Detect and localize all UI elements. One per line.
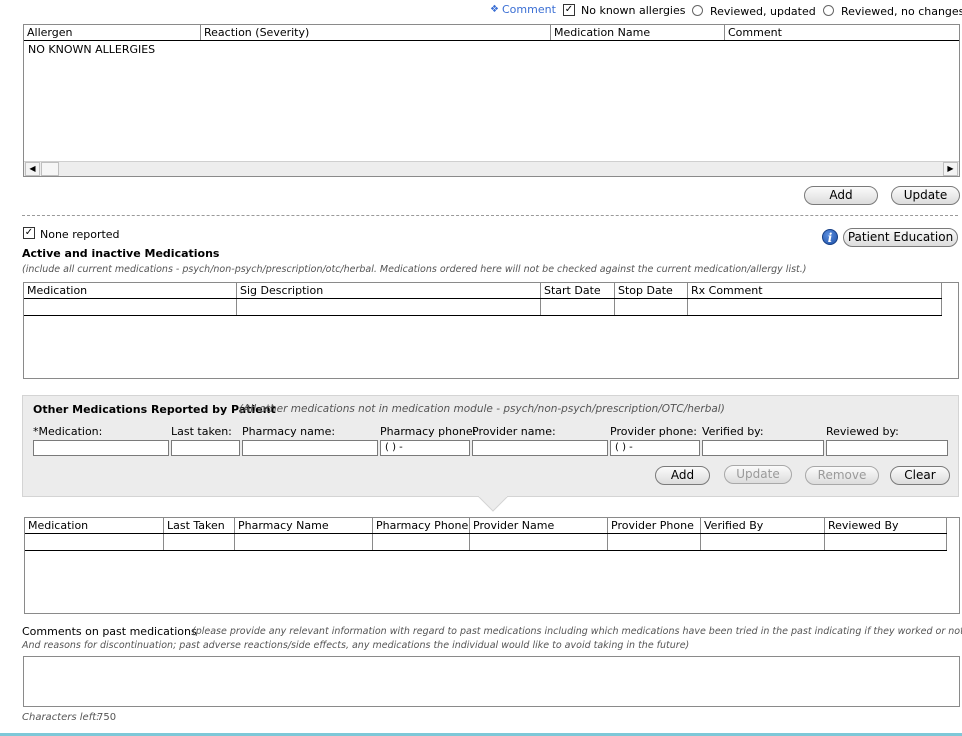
last-taken-field-label: Last taken: <box>171 425 232 438</box>
section-divider <box>22 215 958 216</box>
characters-left-label: Characters left: <box>22 712 100 723</box>
col-start-date[interactable]: Start Date <box>541 283 615 298</box>
col-comment[interactable]: Comment <box>725 25 959 40</box>
past-comments-textarea[interactable] <box>23 656 960 707</box>
medications-title: Active and inactive Medications <box>22 247 220 260</box>
allergy-update-button[interactable]: Update <box>891 186 960 205</box>
provider-name-field-label: Provider name: <box>472 425 556 438</box>
past-comments-label: Comments on past medications <box>22 625 197 638</box>
reviewed-by-field-label: Reviewed by: <box>826 425 899 438</box>
other-medications-table-header: Medication Last Taken Pharmacy Name Phar… <box>25 518 947 534</box>
none-reported-checkbox[interactable]: ✓ <box>23 227 35 239</box>
other-meds-remove-button[interactable]: Remove <box>805 466 879 485</box>
col-allergen[interactable]: Allergen <box>24 25 201 40</box>
table-row[interactable]: NO KNOWN ALLERGIES <box>28 43 155 56</box>
past-comments-note-line1: (please provide any relevant information… <box>192 626 962 637</box>
col-pharmacy-phone[interactable]: Pharmacy Phone <box>373 518 470 533</box>
reviewed-updated-label: Reviewed, updated <box>710 5 816 18</box>
last-taken-input[interactable] <box>171 440 240 456</box>
pharmacy-name-input[interactable] <box>242 440 378 456</box>
reviewed-updated-radio[interactable] <box>692 5 703 16</box>
characters-left-value: 750 <box>97 712 117 723</box>
col-sig-description[interactable]: Sig Description <box>237 283 541 298</box>
scroll-thumb[interactable] <box>41 162 59 176</box>
col-medication-name[interactable]: Medication Name <box>551 25 725 40</box>
medications-note: (include all current medications - psych… <box>22 264 807 275</box>
scroll-right-icon[interactable]: ▶ <box>943 162 958 176</box>
col-last-taken[interactable]: Last Taken <box>164 518 235 533</box>
allergy-table-header: Allergen Reaction (Severity) Medication … <box>24 25 959 41</box>
col-medication[interactable]: Medication <box>25 518 164 533</box>
table-row[interactable] <box>25 534 947 551</box>
medication-input[interactable] <box>33 440 169 456</box>
reviewed-by-input[interactable] <box>826 440 948 456</box>
reviewed-no-changes-label: Reviewed, no changes <box>841 5 962 18</box>
other-meds-update-button[interactable]: Update <box>724 465 792 484</box>
allergy-add-button[interactable]: Add <box>804 186 878 205</box>
col-provider-phone[interactable]: Provider Phone <box>608 518 701 533</box>
provider-name-input[interactable] <box>472 440 608 456</box>
pharmacy-phone-input[interactable]: ( ) - <box>380 440 470 456</box>
reviewed-no-changes-radio[interactable] <box>823 5 834 16</box>
allergy-table: Allergen Reaction (Severity) Medication … <box>23 24 960 177</box>
pharmacy-phone-field-label: Pharmacy phone: <box>380 425 477 438</box>
col-pharmacy-name[interactable]: Pharmacy Name <box>235 518 373 533</box>
panel-pointer-icon <box>478 496 508 512</box>
other-meds-clear-button[interactable]: Clear <box>890 466 950 485</box>
col-medication[interactable]: Medication <box>24 283 237 298</box>
horizontal-scrollbar[interactable] <box>24 161 959 176</box>
col-stop-date[interactable]: Stop Date <box>615 283 688 298</box>
col-verified-by[interactable]: Verified By <box>701 518 825 533</box>
provider-phone-field-label: Provider phone: <box>610 425 697 438</box>
col-provider-name[interactable]: Provider Name <box>470 518 608 533</box>
past-comments-note-line2: And reasons for discontinuation; past ad… <box>22 640 690 651</box>
verified-by-input[interactable] <box>702 440 824 456</box>
no-known-allergies-label: No known allergies <box>581 4 686 17</box>
other-medications-table: Medication Last Taken Pharmacy Name Phar… <box>24 517 960 614</box>
col-rx-comment[interactable]: Rx Comment <box>688 283 942 298</box>
medications-table-header: Medication Sig Description Start Date St… <box>24 283 942 299</box>
info-icon[interactable]: i <box>822 229 838 245</box>
other-meds-add-button[interactable]: Add <box>655 466 710 485</box>
none-reported-label: None reported <box>40 228 120 241</box>
comment-star-icon: ❖ <box>490 4 499 15</box>
other-medications-note: (All other medications not in medication… <box>239 403 725 415</box>
medication-field-label: *Medication: <box>33 425 103 438</box>
comment-link[interactable]: Comment <box>502 3 556 16</box>
verified-by-field-label: Verified by: <box>702 425 764 438</box>
no-known-allergies-checkbox[interactable]: ✓ <box>563 4 575 16</box>
pharmacy-name-field-label: Pharmacy name: <box>242 425 336 438</box>
medications-table: Medication Sig Description Start Date St… <box>23 282 959 379</box>
scroll-left-icon[interactable]: ◀ <box>25 162 40 176</box>
table-row[interactable] <box>24 299 942 316</box>
patient-education-button[interactable]: Patient Education <box>843 228 958 247</box>
allergen-cell: NO KNOWN ALLERGIES <box>28 43 156 56</box>
col-reaction[interactable]: Reaction (Severity) <box>201 25 551 40</box>
col-reviewed-by[interactable]: Reviewed By <box>825 518 947 533</box>
provider-phone-input[interactable]: ( ) - <box>610 440 700 456</box>
